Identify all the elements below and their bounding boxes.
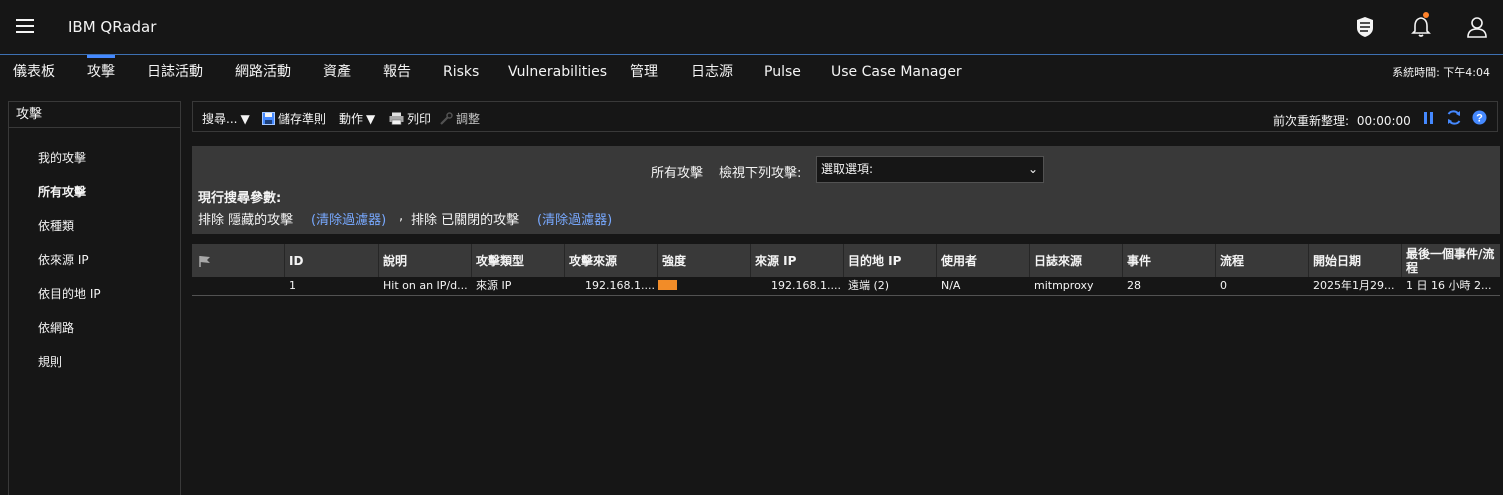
cell-source-ip: 192.168.1.... [771, 279, 841, 292]
nav-log-activity[interactable]: 日誌活動 [147, 56, 203, 90]
offense-toolbar: 搜尋... ▼ 儲存準則 動作 ▼ 列印 調整 前次重新整理: 00:00:00… [192, 101, 1498, 132]
cell-offense-type: 來源 IP [476, 279, 512, 292]
actions-menu-label: 動作 [339, 112, 364, 126]
description-column-header[interactable]: 說明 [379, 244, 472, 277]
events-column-header[interactable]: 事件 [1123, 244, 1216, 277]
sidebar-item-by-network[interactable]: 依網路 [38, 319, 74, 336]
user-column-header[interactable]: 使用者 [937, 244, 1030, 277]
nav-reports[interactable]: 報告 [383, 56, 411, 90]
last-refresh-time: 00:00:00 [1356, 114, 1411, 128]
refresh-icon[interactable] [1446, 110, 1462, 129]
view-offenses-select[interactable]: 選取選項: ⌄ [816, 156, 1044, 183]
source-ip-column-header[interactable]: 來源 IP [751, 244, 844, 277]
save-criteria-label: 儲存準則 [278, 112, 327, 126]
sidebar-item-by-category[interactable]: 依種類 [38, 217, 74, 234]
save-criteria-button[interactable]: 儲存準則 [262, 110, 326, 127]
system-time-value: 下午4:04 [1443, 66, 1490, 79]
nav-assets[interactable]: 資產 [323, 56, 351, 90]
magnitude-column-header[interactable]: 強度 [658, 244, 751, 277]
start-date-column-header[interactable]: 開始日期 [1309, 244, 1402, 277]
nav-vulnerabilities[interactable]: Vulnerabilities [508, 56, 607, 90]
actions-menu-button[interactable]: 動作 ▼ [339, 110, 375, 127]
main-nav: 儀表板 攻擊 日誌活動 網路活動 資產 報告 Risks Vulnerabili… [0, 55, 1503, 90]
nav-risks[interactable]: Risks [443, 56, 479, 90]
sidebar-item-rules[interactable]: 規則 [38, 353, 62, 370]
notification-dot [1423, 12, 1429, 18]
last-refresh: 前次重新整理: 00:00:00 [1273, 112, 1411, 129]
table-row[interactable]: 1 Hit on an IP/d... 來源 IP 192.168.1.... … [192, 277, 1500, 296]
print-button[interactable]: 列印 [389, 110, 431, 127]
flows-column-header[interactable]: 流程 [1216, 244, 1309, 277]
user-profile-icon[interactable] [1462, 12, 1492, 42]
search-menu-button[interactable]: 搜尋... ▼ [202, 110, 250, 127]
dropdown-arrow-icon: ▼ [366, 111, 376, 126]
id-column-header[interactable]: ID [285, 244, 379, 277]
system-time: 系統時間: 下午4:04 [1392, 64, 1490, 80]
offense-type-column-header[interactable]: 攻擊類型 [472, 244, 565, 277]
nav-pulse[interactable]: Pulse [764, 56, 801, 90]
nav-admin[interactable]: 管理 [630, 56, 658, 90]
offense-table: ID 說明 攻擊類型 攻擊來源 強度 來源 IP 目的地 IP 使用者 日誌來源… [192, 244, 1500, 296]
nav-offenses[interactable]: 攻擊 [87, 55, 115, 90]
current-search-params-label: 現行搜尋參數: [198, 191, 282, 206]
dropdown-arrow-icon: ▼ [240, 111, 250, 126]
tune-label: 調整 [456, 112, 481, 126]
log-source-column-header[interactable]: 日誌來源 [1030, 244, 1123, 277]
chevron-down-icon: ⌄ [1027, 162, 1038, 176]
print-label: 列印 [407, 112, 432, 126]
all-offenses-label: 所有攻擊 [651, 166, 704, 181]
search-menu-label: 搜尋... [202, 112, 238, 126]
app-title: IBM QRadar [68, 18, 157, 36]
cell-user: N/A [941, 279, 961, 292]
svg-text:?: ? [1476, 113, 1483, 125]
clear-closed-filter-link[interactable]: (清除過濾器) [537, 209, 612, 228]
magnitude-bar [658, 280, 677, 290]
cell-id: 1 [289, 279, 296, 292]
cell-flows: 0 [1220, 279, 1227, 292]
shield-icon[interactable] [1350, 12, 1380, 42]
notification-bell-icon[interactable] [1406, 12, 1436, 42]
nav-network-activity[interactable]: 網路活動 [235, 56, 291, 90]
search-filter-panel: 所有攻擊 檢視下列攻擊: 選取選項: ⌄ 現行搜尋參數: 排除 隱藏的攻擊 (清… [192, 146, 1500, 234]
help-icon[interactable]: ? [1472, 110, 1487, 129]
cell-log-source: mitmproxy [1034, 279, 1094, 292]
clear-hidden-filter-link[interactable]: (清除過濾器) [311, 209, 386, 228]
flag-column-header[interactable] [192, 244, 285, 277]
pause-icon[interactable] [1423, 110, 1435, 129]
menu-icon[interactable] [16, 19, 34, 35]
sidebar-item-by-source-ip[interactable]: 依來源 IP [38, 251, 89, 268]
cell-description: Hit on an IP/d... [383, 279, 468, 292]
offense-source-column-header[interactable]: 攻擊來源 [565, 244, 658, 277]
cell-offense-source: 192.168.1.... [585, 279, 655, 292]
last-refresh-label: 前次重新整理: [1273, 114, 1350, 128]
cell-last-event: 1 日 16 小時 2... [1406, 279, 1492, 292]
last-event-column-header[interactable]: 最後一個事件/流程 [1402, 244, 1500, 277]
destination-ip-column-header[interactable]: 目的地 IP [844, 244, 937, 277]
offenses-sidebar: 攻擊 我的攻擊 所有攻擊 依種類 依來源 IP 依目的地 IP 依網路 規則 [8, 101, 181, 495]
save-icon [262, 112, 275, 125]
wrench-icon [440, 112, 453, 125]
sidebar-item-all-offenses[interactable]: 所有攻擊 [38, 183, 86, 200]
sidebar-item-my-offenses[interactable]: 我的攻擊 [38, 149, 86, 166]
tune-button[interactable]: 調整 [440, 110, 480, 127]
view-offenses-select-value: 選取選項: [821, 162, 874, 176]
sidebar-title: 攻擊 [9, 102, 180, 128]
view-offenses-label: 檢視下列攻擊: [719, 166, 802, 181]
exclude-closed-filter: 排除 已關閉的攻擊 [411, 213, 520, 228]
filter-separator: , [399, 209, 404, 224]
exclude-hidden-filter: 排除 隱藏的攻擊 [198, 213, 294, 228]
cell-events: 28 [1127, 279, 1141, 292]
table-header: ID 說明 攻擊類型 攻擊來源 強度 來源 IP 目的地 IP 使用者 日誌來源… [192, 244, 1500, 277]
top-bar: IBM QRadar [0, 0, 1503, 55]
nav-use-case-manager[interactable]: Use Case Manager [831, 56, 962, 90]
system-time-label: 系統時間: [1392, 66, 1440, 79]
printer-icon [389, 112, 404, 125]
cell-start-date: 2025年1月29... [1313, 279, 1395, 292]
cell-destination-ip: 遠端 (2) [848, 279, 890, 292]
flag-icon [199, 255, 210, 267]
nav-dashboard[interactable]: 儀表板 [13, 56, 55, 90]
sidebar-item-by-destination-ip[interactable]: 依目的地 IP [38, 285, 101, 302]
nav-log-sources[interactable]: 日志源 [691, 56, 733, 90]
